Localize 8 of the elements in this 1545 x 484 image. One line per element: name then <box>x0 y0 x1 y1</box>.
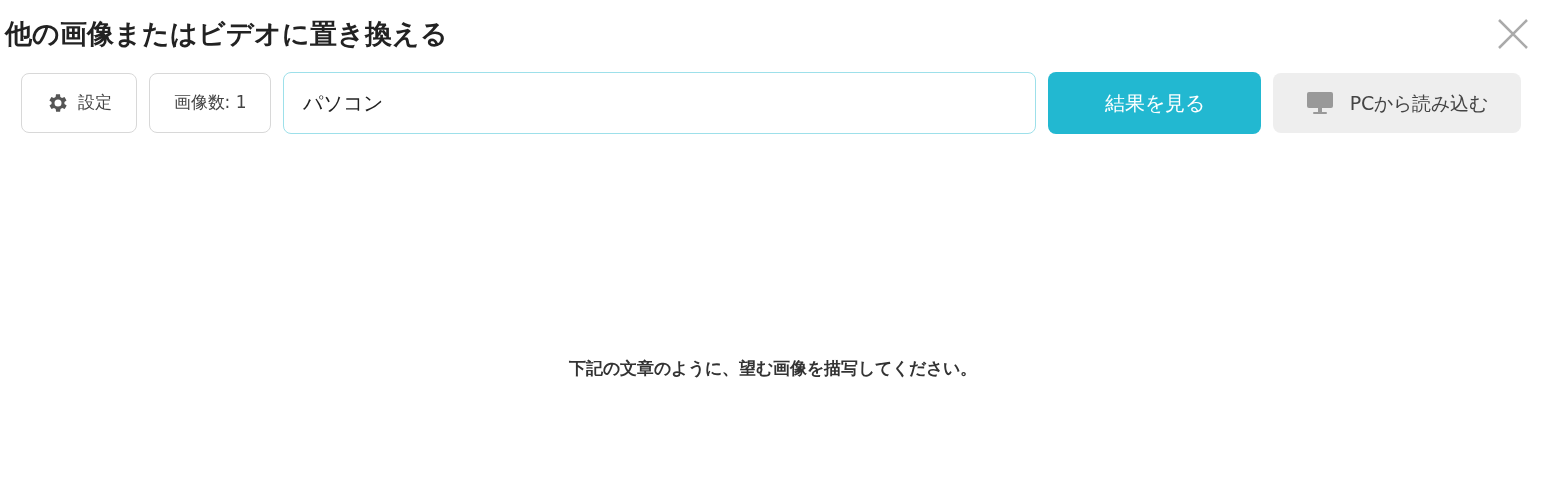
close-icon[interactable] <box>1497 18 1529 50</box>
hint-text: 下記の文章のように、望む画像を描写してください。 <box>567 357 978 380</box>
dialog-title: 他の画像またはビデオに置き換える <box>5 17 448 51</box>
monitor-icon <box>1305 91 1334 115</box>
image-count-button[interactable]: 画像数: 1 <box>149 73 271 133</box>
upload-button[interactable]: PCから読み込む <box>1273 73 1521 133</box>
settings-button[interactable]: 設定 <box>21 73 137 133</box>
search-field[interactable]: パソコン <box>283 72 1036 134</box>
